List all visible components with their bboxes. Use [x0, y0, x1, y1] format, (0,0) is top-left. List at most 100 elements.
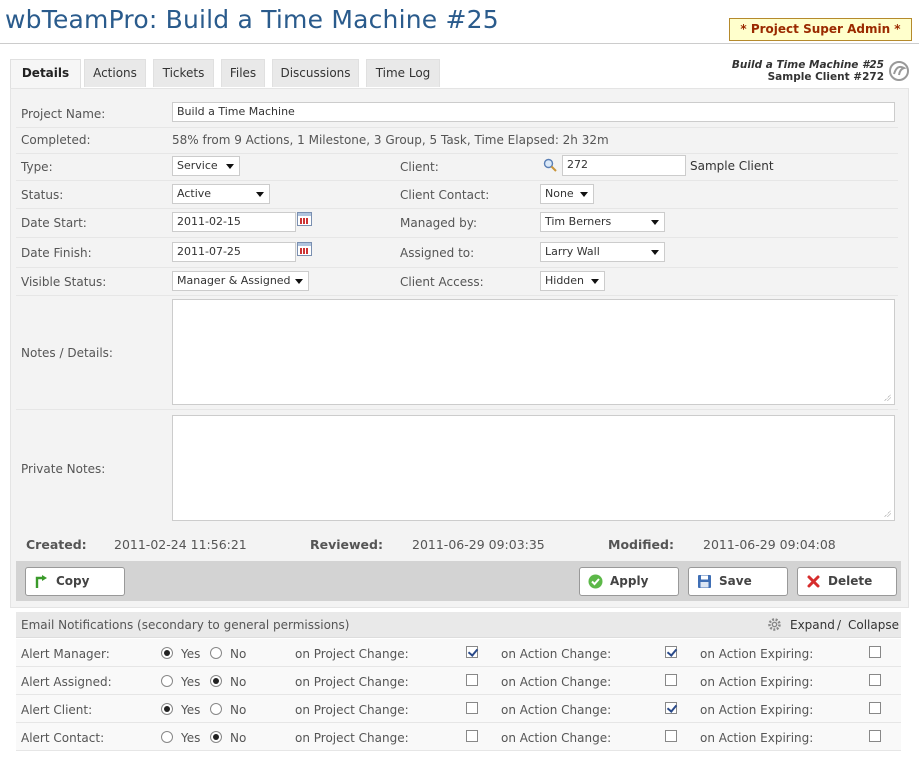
modified-label: Modified:	[608, 537, 674, 552]
client-id-input[interactable]: 272	[562, 155, 686, 176]
client-label: Client:	[400, 160, 439, 174]
date-finish-input[interactable]: 2011-07-25	[172, 242, 296, 262]
visible-status-select[interactable]: Manager & Assigned	[172, 271, 309, 291]
alert-contact-action-expiring-checkbox[interactable]	[869, 730, 881, 742]
alert-assigned-action-expiring-checkbox[interactable]	[869, 674, 881, 686]
alert-manager-action-expiring-checkbox[interactable]	[869, 646, 881, 658]
alert-assigned-action-change-checkbox[interactable]	[665, 674, 677, 686]
save-button-label: Save	[719, 574, 752, 588]
row-divider	[16, 295, 898, 296]
alert-contact-no-radio[interactable]	[210, 731, 222, 743]
client-contact-label: Client Contact:	[400, 188, 490, 202]
date-start-input[interactable]: 2011-02-15	[172, 212, 296, 232]
alert-contact-yes-radio[interactable]	[161, 731, 173, 743]
managed-by-select[interactable]: Tim Berners	[540, 212, 665, 232]
tab-time-log[interactable]: Time Log	[366, 59, 440, 87]
tab-tickets[interactable]: Tickets	[153, 59, 214, 87]
on-project-change-label: on Project Change:	[295, 675, 409, 689]
red-x-icon	[807, 575, 820, 588]
copy-button-label: Copy	[56, 574, 90, 588]
client-access-label: Client Access:	[400, 275, 484, 289]
row-divider	[16, 180, 898, 181]
client-access-select[interactable]: Hidden	[540, 271, 605, 291]
calendar-icon[interactable]	[297, 242, 312, 256]
alert-manager-project-change-checkbox[interactable]	[466, 646, 478, 658]
yes-label: Yes	[181, 647, 201, 661]
on-project-change-label: on Project Change:	[295, 647, 409, 661]
page-title: wbTeamPro: Build a Time Machine #25	[5, 5, 499, 34]
alert-client-action-change-checkbox[interactable]	[665, 702, 677, 714]
alert-manager-action-change-checkbox[interactable]	[665, 646, 677, 658]
apply-button[interactable]: Apply	[579, 567, 679, 596]
role-badge: * Project Super Admin *	[729, 18, 912, 41]
project-name-input[interactable]: Build a Time Machine	[172, 102, 895, 122]
alert-client-no-radio[interactable]	[210, 703, 222, 715]
completed-label: Completed:	[21, 133, 91, 147]
alert-assigned-project-change-checkbox[interactable]	[466, 674, 478, 686]
created-label: Created:	[26, 537, 87, 552]
collapse-link[interactable]: Collapse	[848, 618, 899, 632]
project-meta-name: Build a Time Machine #25	[731, 59, 884, 71]
alert-client-yes-radio[interactable]	[161, 703, 173, 715]
notes-textarea[interactable]	[172, 299, 895, 405]
date-start-label: Date Start:	[21, 216, 87, 230]
alert-contact-project-change-checkbox[interactable]	[466, 730, 478, 742]
assigned-to-select[interactable]: Larry Wall	[540, 242, 665, 262]
assigned-to-label: Assigned to:	[400, 246, 475, 260]
alert-assigned-yes-radio[interactable]	[161, 675, 173, 687]
private-notes-textarea[interactable]	[172, 415, 895, 521]
on-action-expiring-label: on Action Expiring:	[700, 703, 814, 717]
notes-label: Notes / Details:	[21, 346, 113, 360]
alert-client-project-change-checkbox[interactable]	[466, 702, 478, 714]
on-project-change-label: on Project Change:	[295, 703, 409, 717]
on-project-change-label: on Project Change:	[295, 731, 409, 745]
no-label: No	[230, 647, 247, 661]
project-swirl-icon	[889, 61, 909, 81]
alert-client-label: Alert Client:	[21, 703, 93, 717]
alert-contact-action-change-checkbox[interactable]	[665, 730, 677, 742]
client-name: Sample Client	[690, 159, 774, 173]
row-divider	[16, 267, 898, 268]
tab-discussions[interactable]: Discussions	[272, 59, 359, 87]
tab-files[interactable]: Files	[221, 59, 265, 87]
status-label: Status:	[21, 188, 64, 202]
save-button[interactable]: Save	[688, 567, 788, 596]
alert-manager-yes-radio[interactable]	[161, 647, 173, 659]
on-action-change-label: on Action Change:	[501, 703, 612, 717]
type-label: Type:	[21, 160, 53, 174]
row-divider	[16, 153, 898, 154]
on-action-change-label: on Action Change:	[501, 731, 612, 745]
row-divider	[16, 237, 898, 238]
yes-label: Yes	[181, 731, 201, 745]
calendar-icon[interactable]	[297, 212, 312, 226]
expand-collapse-separator: /	[837, 618, 842, 632]
yes-label: Yes	[181, 675, 201, 689]
project-name-label: Project Name:	[21, 107, 106, 121]
on-action-expiring-label: on Action Expiring:	[700, 731, 814, 745]
status-select[interactable]: Active	[172, 184, 270, 204]
private-notes-label: Private Notes:	[21, 462, 106, 476]
copy-button[interactable]: Copy	[25, 567, 125, 596]
reviewed-value: 2011-06-29 09:03:35	[412, 537, 545, 552]
tab-actions[interactable]: Actions	[84, 59, 146, 87]
alert-manager-no-radio[interactable]	[210, 647, 222, 659]
delete-button[interactable]: Delete	[797, 567, 897, 596]
on-action-expiring-label: on Action Expiring:	[700, 647, 814, 661]
client-contact-select[interactable]: None	[540, 184, 594, 204]
floppy-disk-icon	[698, 575, 711, 588]
tab-details[interactable]: Details	[10, 59, 81, 88]
type-select[interactable]: Service	[172, 156, 240, 176]
project-meta-client: Sample Client #272	[767, 71, 884, 83]
row-divider	[16, 127, 898, 128]
alert-client-action-expiring-checkbox[interactable]	[869, 702, 881, 714]
alert-assigned-no-radio[interactable]	[210, 675, 222, 687]
delete-button-label: Delete	[828, 574, 873, 588]
expand-link[interactable]: Expand	[790, 618, 835, 632]
header-divider	[0, 43, 919, 44]
search-icon[interactable]	[543, 158, 557, 172]
no-label: No	[230, 703, 247, 717]
check-circle-icon	[588, 574, 603, 589]
row-divider	[16, 409, 898, 410]
alert-manager-label: Alert Manager:	[21, 647, 110, 661]
no-label: No	[230, 675, 247, 689]
